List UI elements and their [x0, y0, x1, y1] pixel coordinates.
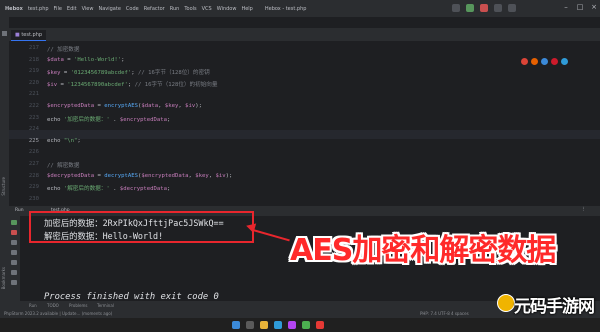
bookmarks-tool-label[interactable]: Bookmarks [1, 267, 6, 289]
line-number: 220 [28, 79, 39, 86]
line-number: 222 [28, 103, 39, 109]
editor-tab-bar: ■ test.php [9, 28, 600, 42]
line-number: 230 [28, 195, 39, 202]
os-taskbar [0, 318, 600, 332]
line-number: 223 [28, 114, 39, 121]
code-line[interactable]: echo "\n"; [47, 138, 81, 144]
chrome-icon[interactable] [521, 58, 528, 65]
line-number-gutter: 217 218 219 220 221 222 223 224 225 226 227 228 229 2… [9, 42, 41, 206]
rerun-icon[interactable] [11, 220, 17, 225]
left-tool-strip: Structure Bookmarks [0, 17, 9, 317]
minimize-icon[interactable]: – [562, 3, 570, 11]
line-number: 226 [28, 149, 39, 156]
search-icon[interactable] [494, 4, 502, 12]
status-update-message[interactable]: PhpStorm 2023.2 available | Update... (m… [4, 310, 112, 318]
menu-help[interactable]: Help [241, 6, 252, 12]
menu-vcs[interactable]: VCS [202, 6, 212, 12]
code-line[interactable]: // 解密数据 [47, 161, 79, 169]
tool-todo[interactable]: TODO [47, 303, 59, 308]
taskbar-search-icon[interactable] [246, 321, 254, 329]
toolbar-icons [452, 4, 516, 13]
menu-code[interactable]: Code [126, 6, 139, 12]
menu-refactor[interactable]: Refactor [144, 6, 165, 12]
code-line[interactable]: $encryptedData = encryptAES($data, $key,… [47, 103, 202, 109]
trash-icon[interactable] [11, 280, 17, 285]
menu-window[interactable]: Window [217, 6, 237, 12]
watermark-logo [497, 294, 515, 312]
menu-file[interactable]: File [54, 6, 62, 12]
taskbar-phpstorm-icon[interactable] [288, 321, 296, 329]
taskbar-browser-icon[interactable] [274, 321, 282, 329]
taskbar-explorer-icon[interactable] [260, 321, 268, 329]
menu-project[interactable]: Hebox [5, 6, 23, 12]
code-line[interactable]: $key = '0123456789abcdef'; // 16字节（128位）… [47, 68, 210, 76]
stop-icon[interactable] [11, 230, 17, 235]
tab-test-php[interactable]: ■ test.php [11, 30, 47, 41]
line-number: 221 [28, 91, 39, 98]
run-panel-label: Run [15, 208, 24, 213]
current-line-highlight [9, 130, 600, 139]
taskbar-app-icon-2[interactable] [316, 321, 324, 329]
settings-icon[interactable] [508, 4, 516, 12]
menu-view[interactable]: View [82, 6, 94, 12]
code-editor[interactable]: 217 218 219 220 221 222 223 224 225 226 227 228 229 2… [9, 42, 600, 206]
run-icon[interactable] [466, 4, 474, 12]
line-number: 219 [28, 68, 39, 75]
structure-tool-label[interactable]: Structure [1, 177, 6, 196]
line-number: 224 [28, 126, 39, 133]
code-line[interactable]: $decryptedData = decryptAES($encryptedDa… [47, 173, 232, 179]
status-bar: PhpStorm 2023.2 available | Update... (m… [0, 310, 600, 318]
status-right-info[interactable]: PHP: 7.4 UTF-8 4 spaces [420, 310, 469, 318]
soft-wrap-icon[interactable] [11, 260, 17, 265]
tool-terminal[interactable]: Terminal [97, 303, 114, 308]
tab-label: test.php [21, 32, 43, 38]
code-line[interactable]: // 加密数据 [47, 45, 79, 53]
browser-preview-icons [521, 58, 568, 65]
tool-problems[interactable]: Problems [69, 303, 87, 308]
run-config-icon[interactable] [452, 4, 460, 12]
output-highlight-box [29, 211, 254, 243]
line-number: 227 [28, 161, 39, 167]
watermark-text: 元码手游网 [514, 297, 595, 317]
line-number: 229 [28, 184, 39, 191]
code-line[interactable]: echo '加密后的数据：' . $encryptedData; [47, 115, 170, 123]
more-options-icon[interactable]: ⋮ [581, 207, 586, 212]
opera-icon[interactable] [551, 58, 558, 65]
code-line[interactable]: echo '解密后的数据：' . $decryptedData; [47, 184, 170, 192]
window-title: Hebox - test.php [264, 5, 307, 12]
project-tool-icon[interactable] [2, 31, 7, 36]
scroll-up-icon[interactable] [11, 240, 17, 245]
close-icon[interactable]: × [590, 3, 598, 11]
scroll-down-icon[interactable] [11, 250, 17, 255]
line-number: 217 [28, 45, 39, 51]
line-number: 218 [28, 56, 39, 63]
code-line[interactable]: $iv = '1234567890abcdef'; // 16字节（128位）的… [47, 80, 217, 88]
tool-run[interactable]: Run [29, 303, 37, 308]
edge-icon[interactable] [561, 58, 568, 65]
line-number: 225 [28, 137, 39, 144]
firefox-icon[interactable] [531, 58, 538, 65]
menu-tools[interactable]: Tools [184, 6, 196, 12]
menu-file-crumb[interactable]: test.php [28, 6, 49, 12]
menu-run[interactable]: Run [170, 6, 180, 12]
print-icon[interactable] [11, 270, 17, 275]
taskbar-app-icon[interactable] [302, 321, 310, 329]
maximize-icon[interactable]: □ [576, 3, 584, 11]
menu-edit[interactable]: Edit [67, 6, 77, 12]
debug-icon[interactable] [480, 4, 488, 12]
annotation-caption: AES加密和解密数据 [290, 233, 556, 268]
line-number: 228 [28, 172, 39, 179]
code-line[interactable]: $data = 'Hello-World!'; [47, 57, 124, 63]
menu-navigate[interactable]: Navigate [98, 6, 120, 12]
safari-icon[interactable] [541, 58, 548, 65]
start-icon[interactable] [232, 321, 240, 329]
